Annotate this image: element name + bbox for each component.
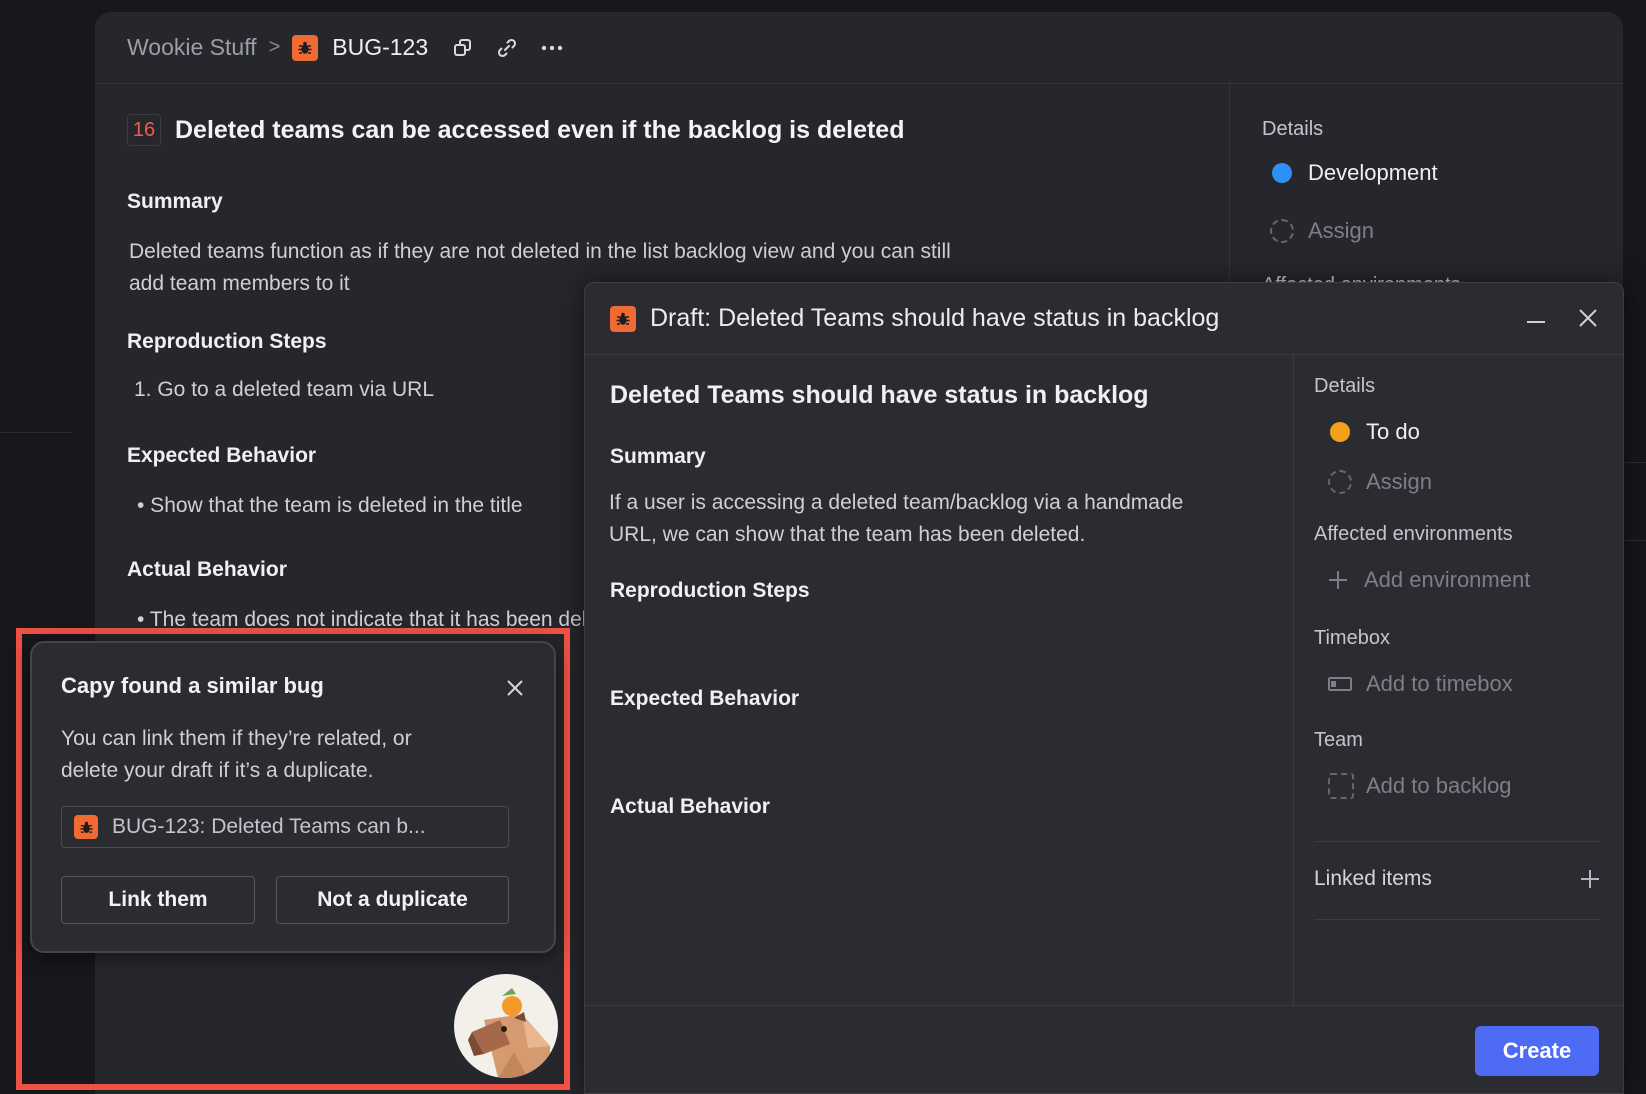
summary-line: If a user is accessing a deleted team/ba… (609, 491, 1184, 514)
add-to-backlog-button[interactable]: Add to backlog (1328, 773, 1512, 799)
status-dot-icon (1272, 163, 1292, 183)
affected-environments-heading: Affected environments (1314, 523, 1513, 545)
repro-heading: Reproduction Steps (127, 330, 327, 353)
issue-title[interactable]: Deleted teams can be accessed even if th… (175, 116, 904, 145)
popup-message-line: You can link them if they’re related, or (61, 727, 412, 750)
draft-expected-heading[interactable]: Expected Behavior (610, 687, 799, 711)
draft-repro-heading[interactable]: Reproduction Steps (610, 579, 810, 603)
copy-icon[interactable] (452, 37, 474, 59)
summary-line: Deleted teams function as if they are no… (129, 240, 951, 263)
status-label: Development (1308, 160, 1438, 185)
close-icon[interactable] (506, 679, 524, 702)
draft-modal: Draft: Deleted Teams should have status … (584, 282, 1624, 1094)
draft-summary-text[interactable]: If a user is accessing a deleted team/ba… (609, 487, 1183, 551)
timebox-icon (1328, 676, 1352, 692)
plus-icon (1328, 570, 1348, 590)
more-options-icon[interactable] (540, 37, 564, 59)
capybara-icon (468, 988, 550, 1078)
assign-label: Assign (1308, 218, 1375, 243)
issue-title-row: 16 Deleted teams can be accessed even if… (127, 114, 1197, 146)
user-placeholder-icon (1270, 219, 1294, 243)
issue-content: 16 Deleted teams can be accessed even if… (127, 114, 1197, 631)
breadcrumb-separator: > (268, 36, 281, 58)
breadcrumb: Wookie Stuff > BUG-123 (95, 12, 1623, 84)
add-environment-button[interactable]: Add environment (1328, 567, 1530, 593)
linked-items-heading: Linked items (1314, 867, 1432, 890)
actual-heading: Actual Behavior (127, 558, 287, 581)
status-todo[interactable]: To do (1330, 419, 1420, 445)
background-divider (1624, 540, 1646, 541)
minimize-icon[interactable] (1527, 321, 1545, 323)
backlog-placeholder-icon (1328, 773, 1354, 799)
draft-actual-heading[interactable]: Actual Behavior (610, 795, 770, 819)
capybara-avatar[interactable] (454, 974, 558, 1078)
status-label: To do (1366, 419, 1420, 444)
draft-header-title: Draft: Deleted Teams should have status … (650, 304, 1220, 332)
popup-title: Capy found a similar bug (61, 673, 324, 698)
draft-title[interactable]: Deleted Teams should have status in back… (610, 381, 1149, 410)
add-to-backlog-label: Add to backlog (1366, 773, 1512, 798)
draft-details-panel: Details To do Assign Affected environmen… (1293, 355, 1623, 1005)
not-a-duplicate-button[interactable]: Not a duplicate (276, 876, 509, 924)
popup-message-line: delete your draft if it’s a duplicate. (61, 759, 374, 782)
bug-icon (292, 34, 319, 61)
add-to-timebox-label: Add to timebox (1366, 671, 1513, 696)
breadcrumb-project[interactable]: Wookie Stuff (127, 34, 257, 61)
breadcrumb-issue-id[interactable]: BUG-123 (332, 34, 428, 61)
similar-bug-popup: Capy found a similar bug You can link th… (30, 641, 556, 953)
create-button[interactable]: Create (1475, 1026, 1599, 1076)
summary-line: URL, we can show that the team has been … (609, 523, 1086, 546)
similar-issue-label: BUG-123: Deleted Teams can b... (112, 815, 426, 838)
link-them-button[interactable]: Link them (61, 876, 255, 924)
status-dot-icon (1330, 422, 1350, 442)
draft-header: Draft: Deleted Teams should have status … (585, 283, 1623, 355)
bug-icon (74, 815, 98, 839)
close-icon[interactable] (1577, 307, 1599, 334)
divider (1314, 919, 1600, 920)
popup-message: You can link them if they’re related, or… (61, 723, 501, 787)
summary-heading: Summary (127, 190, 223, 213)
team-heading: Team (1314, 729, 1363, 751)
background-divider (1624, 462, 1646, 463)
add-linked-item-icon[interactable] (1580, 869, 1600, 889)
add-to-timebox-button[interactable]: Add to timebox (1328, 671, 1513, 697)
bug-icon (610, 305, 636, 332)
link-icon[interactable] (496, 37, 518, 59)
expected-item[interactable]: • Show that the team is deleted in the t… (137, 490, 523, 522)
details-heading: Details (1262, 118, 1324, 140)
draft-summary-heading: Summary (610, 445, 706, 468)
draft-footer: Create (585, 1005, 1623, 1093)
similar-issue-link[interactable]: BUG-123: Deleted Teams can b... (61, 806, 509, 848)
draft-details-heading: Details (1314, 375, 1376, 397)
user-placeholder-icon (1328, 470, 1352, 494)
issue-number-badge: 16 (127, 114, 161, 146)
assign-button[interactable]: Assign (1328, 469, 1432, 495)
expected-heading: Expected Behavior (127, 444, 317, 467)
repro-step[interactable]: 1. Go to a deleted team via URL (134, 374, 434, 406)
assign-label: Assign (1366, 469, 1433, 494)
timebox-heading: Timebox (1314, 627, 1390, 649)
background-divider (0, 432, 72, 433)
divider (1314, 841, 1600, 842)
assign-button[interactable]: Assign (1270, 218, 1374, 244)
add-environment-label: Add environment (1364, 567, 1531, 592)
status-development[interactable]: Development (1272, 160, 1438, 186)
